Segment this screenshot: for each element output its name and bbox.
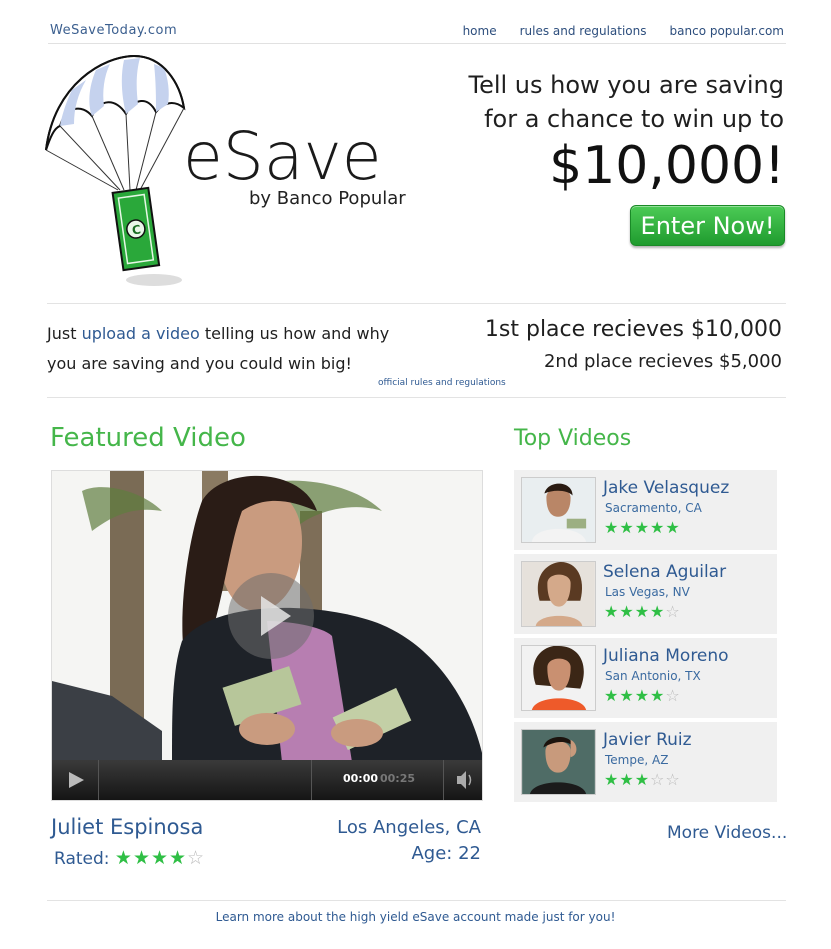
video-location: Tempe, AZ [605,753,669,767]
avatar [521,729,596,795]
more-videos-link[interactable]: More Videos... [667,823,787,843]
promo-subheadline: for a chance to win up to [484,105,784,133]
info-text: Just upload a video telling us how and w… [47,319,397,379]
avatar [521,477,596,543]
divider [47,900,786,901]
upload-video-link[interactable]: upload a video [82,324,200,343]
featured-video-title: Featured Video [50,423,246,453]
star-icon: ★★★★☆ [604,602,681,621]
control-play-icon[interactable] [52,760,99,800]
top-bar: WeSaveToday.com home rules and regulatio… [48,22,786,44]
promo-amount: $10,000! [549,136,785,196]
list-item[interactable]: Selena Aguilar Las Vegas, NV ★★★★☆ [514,554,777,634]
star-icon: ★★★★☆ [604,686,681,705]
official-rules-link[interactable]: official rules and regulations [378,378,506,388]
star-icon: ★★★★☆ [114,847,206,869]
time-total: 00:25 [380,772,416,785]
featured-location: Los Angeles, CA [337,817,481,838]
divider [47,397,786,398]
second-prize: 2nd place recieves $5,000 [543,351,782,372]
nav-banco-popular[interactable]: banco popular.com [670,24,784,38]
nav-rules[interactable]: rules and regulations [520,24,647,38]
divider [47,303,786,304]
list-item[interactable]: Javier Ruiz Tempe, AZ ★★★☆☆ [514,722,777,802]
video-author: Jake Velasquez [603,478,730,498]
progress-track[interactable] [100,760,312,800]
top-videos-list: Jake Velasquez Sacramento, CA ★★★★★ Sele… [514,470,777,806]
avatar [521,645,596,711]
video-author: Selena Aguilar [603,562,727,582]
play-icon[interactable] [228,573,314,659]
rated-label: Rated: [54,849,110,869]
first-prize: 1st place recieves $10,000 [484,317,782,342]
brand-subtitle: by Banco Popular [249,188,406,209]
video-author: Javier Ruiz [603,730,692,750]
star-icon: ★★★★★ [604,518,681,537]
featured-name[interactable]: Juliet Espinosa [51,815,203,839]
avatar [521,561,596,627]
nav-home[interactable]: home [463,24,497,38]
list-item[interactable]: Jake Velasquez Sacramento, CA ★★★★★ [514,470,777,550]
list-item[interactable]: Juliana Moreno San Antonio, TX ★★★★☆ [514,638,777,718]
brand-name: eSave [183,118,382,195]
featured-age: Age: 22 [411,843,481,864]
video-controls: 00:00 00:25 [52,760,482,800]
featured-rating: Rated: ★★★★☆ [54,847,205,869]
enter-now-button[interactable]: Enter Now! [630,205,785,246]
info-text-start: Just [47,324,82,343]
money-icon: C [111,186,161,272]
main-nav: home rules and regulations banco popular… [463,24,784,38]
video-author: Juliana Moreno [603,646,729,666]
time-current: 00:00 [343,772,379,785]
video-location: San Antonio, TX [605,669,701,683]
top-videos-title: Top Videos [514,426,632,451]
star-icon: ★★★☆☆ [604,770,681,789]
featured-video-player[interactable]: 00:00 00:25 [51,470,483,801]
video-location: Las Vegas, NV [605,585,690,599]
promo-headline: Tell us how you are saving [468,71,784,99]
speaker-glyph [457,771,472,789]
footer-link[interactable]: Learn more about the high yield eSave ac… [0,910,831,924]
site-name[interactable]: WeSaveToday.com [50,23,177,38]
volume-icon[interactable] [443,760,482,800]
video-location: Sacramento, CA [605,501,702,515]
